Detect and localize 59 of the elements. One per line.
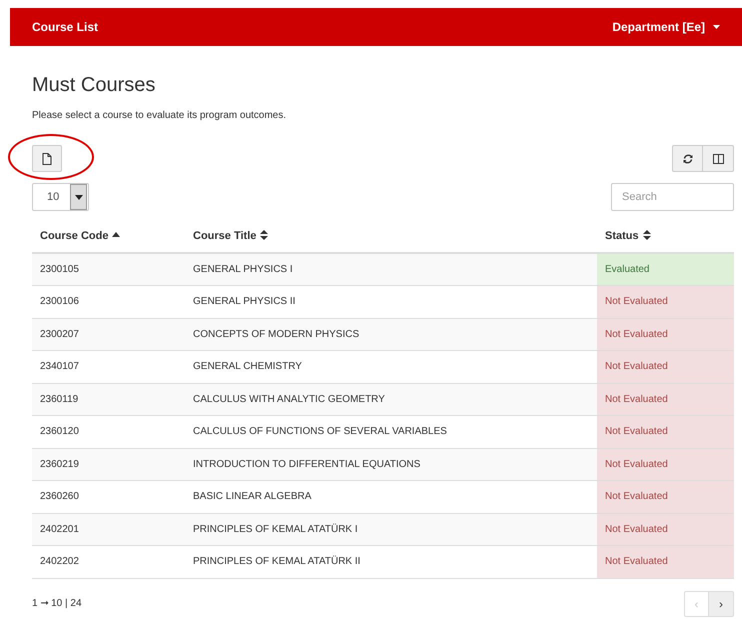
table-cell: PRINCIPLES OF KEMAL ATATÜRK II [193, 556, 360, 568]
table-cell: CALCULUS OF FUNCTIONS OF SEVERAL VARIABLES [193, 426, 447, 438]
table-cell: 2340107 [40, 361, 79, 372]
column-header[interactable]: Status [605, 228, 651, 245]
columns-icon [712, 154, 724, 164]
table-row[interactable]: 2300207 CONCEPTS OF MODERN PHYSICS Not Evaluated [32, 318, 734, 350]
table-cell: CONCEPTS OF MODERN PHYSICS [193, 328, 360, 340]
table-row[interactable]: 2360260 BASIC LINEAR ALGEBRA Not Evaluated [32, 480, 734, 513]
next-page-button[interactable]: › [709, 590, 734, 616]
table-cell: 2360119 [40, 394, 78, 405]
table-cell: 2360260 [40, 491, 79, 502]
status-cell: Not Evaluated [597, 546, 734, 578]
table-cell: PRINCIPLES OF KEMAL ATATÜRK I [193, 524, 358, 535]
table-cell: GENERAL PHYSICS II [193, 296, 296, 308]
export-button[interactable] [32, 145, 62, 172]
table-cell: 2360219 [40, 458, 79, 470]
status-cell: Not Evaluated [597, 513, 734, 546]
table-cell: 2402202 [40, 556, 79, 568]
column-header[interactable]: Course Code [40, 228, 120, 245]
dropdown-arrow-icon [74, 194, 82, 200]
page-description: Please select a course to evaluate its program outcomes. [32, 109, 288, 123]
table-row[interactable]: 2360219 INTRODUCTION TO DIFFERENTIAL EQUATIONS Not Evaluated [32, 448, 734, 480]
table-cell: INTRODUCTION TO DIFFERENTIAL EQUATIONS [193, 458, 420, 470]
table-row[interactable]: 2300106 GENERAL PHYSICS II Not Evaluated [32, 286, 734, 318]
status-cell: Evaluated [597, 253, 734, 286]
status-cell: Not Evaluated [597, 383, 734, 416]
refresh-icon [682, 154, 692, 164]
page-size-select[interactable]: 10 [32, 183, 89, 211]
table-cell: 2300105 [40, 264, 79, 275]
document-icon [42, 152, 52, 164]
status-cell: Not Evaluated [597, 416, 734, 448]
status-cell: Not Evaluated [597, 448, 734, 480]
table-row[interactable]: 2360119 CALCULUS WITH ANALYTIC GEOMETRY Not Evaluated [32, 383, 734, 416]
table-cell: BASIC LINEAR ALGEBRA [193, 491, 312, 502]
search-field[interactable]: Search [611, 183, 734, 211]
table-cell: 2360120 [40, 426, 79, 438]
caret-icon [713, 25, 720, 29]
table-cell: 2300106 [40, 296, 79, 308]
department-menu[interactable]: Department [Ee] [612, 18, 720, 36]
table-cell: GENERAL CHEMISTRY [193, 361, 302, 372]
status-cell: Not Evaluated [597, 350, 734, 383]
table-cell: CALCULUS WITH ANALYTIC GEOMETRY [193, 394, 385, 405]
column-header[interactable]: Course Title [193, 228, 268, 245]
table-row[interactable]: 2360120 CALCULUS OF FUNCTIONS OF SEVERAL VARIABLES Not Evaluated [32, 416, 734, 448]
status-cell: Not Evaluated [597, 318, 734, 350]
table-cell: 2402201 [40, 524, 79, 535]
table-row[interactable]: 2402201 PRINCIPLES OF KEMAL ATATÜRK I Not Evaluated [32, 513, 734, 546]
brand-link[interactable]: Course List [32, 18, 98, 36]
table-row[interactable]: 2300105 GENERAL PHYSICS I Evaluated [32, 253, 734, 286]
status-cell: Not Evaluated [597, 286, 734, 318]
table-cell: 2300207 [40, 328, 79, 340]
refresh-button[interactable] [672, 145, 703, 172]
table-row[interactable]: 2402202 PRINCIPLES OF KEMAL ATATÜRK II Not Evaluated [32, 546, 734, 578]
status-cell: Not Evaluated [597, 480, 734, 513]
page-heading: Must Courses [32, 73, 156, 98]
table-cell: GENERAL PHYSICS I [193, 264, 293, 275]
columns-button[interactable] [703, 145, 734, 172]
pagination-summary: 1 ➞ 10 | 24 [32, 597, 82, 611]
table-row[interactable]: 2340107 GENERAL CHEMISTRY Not Evaluated [32, 350, 734, 383]
